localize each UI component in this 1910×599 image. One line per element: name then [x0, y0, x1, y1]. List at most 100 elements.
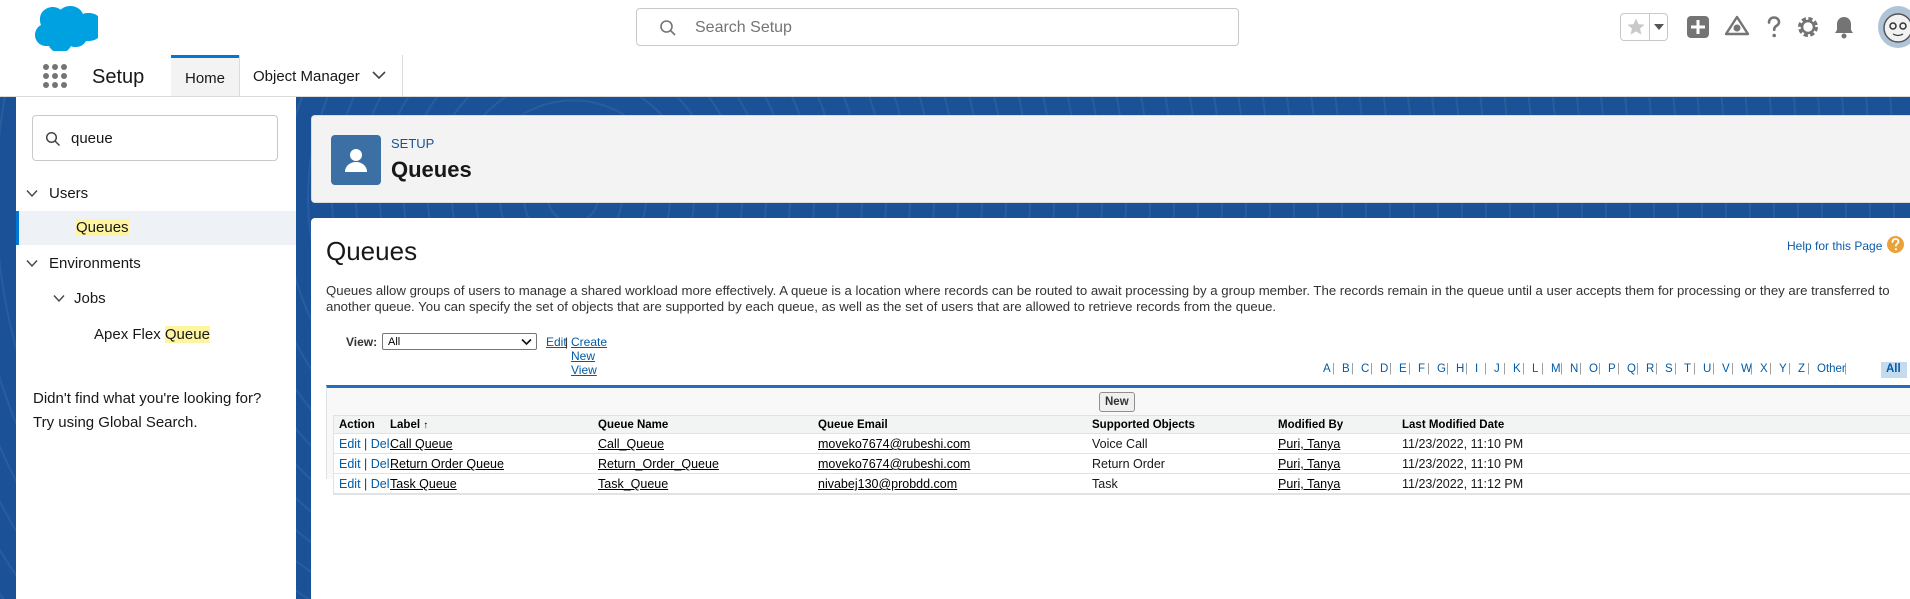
action-separator: | — [364, 477, 368, 491]
queue-name-link[interactable]: Task_Queue — [598, 477, 668, 491]
tree-item-jobs[interactable]: Jobs — [16, 282, 296, 316]
alphabet-filter-p[interactable]: P — [1608, 363, 1616, 375]
queue-label-link[interactable]: Return Order Queue — [390, 457, 504, 471]
notifications-bell-icon[interactable] — [1830, 13, 1858, 41]
alphabet-filter-l[interactable]: L — [1532, 363, 1538, 375]
queue-table: Action Label ↑ Queue Name Queue Email Su… — [333, 415, 1910, 495]
user-avatar[interactable] — [1878, 6, 1910, 48]
alphabet-filter-k[interactable]: K — [1513, 363, 1521, 375]
search-highlight: Queues — [76, 219, 129, 236]
alphabet-filter-c[interactable]: C — [1361, 363, 1369, 375]
alphabet-filter-b[interactable]: B — [1342, 363, 1350, 375]
queue-label-link[interactable]: Call Queue — [390, 437, 453, 451]
modified-by-link[interactable]: Puri, Tanya — [1278, 437, 1340, 451]
table-row: Edit | Del Call Queue Call_Queue moveko7… — [334, 434, 1910, 454]
column-header-last-modified-date[interactable]: Last Modified Date — [1402, 419, 1504, 431]
alphabet-separator: | — [1503, 363, 1506, 375]
alphabet-filter-v[interactable]: V — [1722, 363, 1730, 375]
tree-item-apex-flex-queue[interactable]: Apex Flex Queue — [16, 318, 296, 352]
chevron-down-icon — [1654, 24, 1664, 30]
help-icon[interactable] — [1760, 13, 1788, 41]
favorites-star-icon[interactable] — [1626, 17, 1646, 37]
alphabet-filter-t[interactable]: T — [1684, 363, 1691, 375]
new-queue-button[interactable]: New — [1099, 392, 1135, 412]
tab-object-manager[interactable]: Object Manager — [240, 55, 402, 96]
alphabet-filter-y[interactable]: Y — [1779, 363, 1787, 375]
alphabet-filter-f[interactable]: F — [1418, 363, 1425, 375]
salesforce-logo[interactable] — [32, 5, 98, 51]
delete-link[interactable]: Del — [371, 477, 390, 491]
table-header-row: Action Label ↑ Queue Name Queue Email Su… — [334, 416, 1910, 434]
alphabet-filter-i[interactable]: I — [1475, 363, 1478, 375]
alphabet-filter-g[interactable]: G — [1437, 363, 1446, 375]
alphabet-separator: | — [1484, 363, 1487, 375]
view-label: View: — [346, 335, 378, 349]
quick-find-input[interactable]: queue — [32, 115, 278, 161]
delete-link[interactable]: Del — [371, 457, 390, 471]
alphabet-filter-o[interactable]: O — [1589, 363, 1598, 375]
modified-by-link[interactable]: Puri, Tanya — [1278, 457, 1340, 471]
alphabet-filter-s[interactable]: S — [1665, 363, 1673, 375]
alphabet-separator: | — [1408, 363, 1411, 375]
page-title: Queues — [326, 236, 418, 266]
column-header-queue-name[interactable]: Queue Name — [598, 419, 668, 431]
column-header-label-text: Label — [390, 419, 421, 431]
trailhead-icon[interactable] — [1723, 13, 1751, 41]
tree-item-environments[interactable]: Environments — [16, 247, 296, 281]
setup-gear-icon[interactable] — [1794, 13, 1822, 41]
queue-name-link[interactable]: Call_Queue — [598, 437, 664, 451]
modified-by-link[interactable]: Puri, Tanya — [1278, 477, 1340, 491]
alphabet-filter-e[interactable]: E — [1399, 363, 1407, 375]
tab-home[interactable]: Home — [171, 55, 239, 96]
alphabet-filter-d[interactable]: D — [1380, 363, 1388, 375]
column-header-queue-email[interactable]: Queue Email — [818, 419, 888, 431]
alphabet-filter-n[interactable]: N — [1570, 363, 1578, 375]
app-launcher-icon[interactable] — [42, 63, 68, 89]
search-highlight: Queue — [164, 326, 210, 343]
context-bar: Setup Home Object Manager — [0, 55, 1910, 97]
queue-label-link[interactable]: Task Queue — [390, 477, 457, 491]
tree-item-queues[interactable]: Queues — [16, 211, 296, 245]
alphabet-filter-all[interactable]: All — [1886, 363, 1901, 375]
alphabet-separator: | — [1446, 363, 1449, 375]
tree-item-users[interactable]: Users — [16, 177, 296, 211]
alphabet-separator: | — [1370, 363, 1373, 375]
chevron-down-icon[interactable] — [53, 294, 65, 303]
alphabet-filter-r[interactable]: R — [1646, 363, 1654, 375]
edit-view-link[interactable]: Edit — [546, 335, 567, 349]
column-header-modified-by[interactable]: Modified By — [1278, 419, 1343, 431]
column-header-label[interactable]: Label ↑ — [390, 419, 428, 431]
global-search-input[interactable]: Search Setup — [636, 8, 1239, 46]
help-page-icon[interactable] — [1887, 236, 1904, 253]
chevron-down-icon — [521, 338, 532, 346]
alphabet-filter-q[interactable]: Q — [1627, 363, 1636, 375]
alphabet-filter-u[interactable]: U — [1703, 363, 1711, 375]
supported-objects: Return Order — [1092, 457, 1165, 471]
edit-link[interactable]: Edit — [339, 457, 361, 471]
chevron-down-icon[interactable] — [26, 189, 38, 198]
queues-icon — [331, 135, 381, 185]
favorites-menu-button[interactable] — [1649, 14, 1667, 40]
view-select[interactable]: All — [382, 333, 537, 350]
delete-link[interactable]: Del — [371, 437, 390, 451]
alphabet-filter-a[interactable]: A — [1323, 363, 1331, 375]
help-for-this-page-link[interactable]: Help for this Page — [1787, 239, 1882, 253]
queue-name-link[interactable]: Return_Order_Queue — [598, 457, 719, 471]
queue-email-link[interactable]: moveko7674@rubeshi.com — [818, 437, 970, 451]
queue-email-link[interactable]: nivabej130@probdd.com — [818, 477, 957, 491]
alphabet-filter-z[interactable]: Z — [1798, 363, 1805, 375]
alphabet-filter-h[interactable]: H — [1456, 363, 1464, 375]
chevron-down-icon[interactable] — [26, 259, 38, 268]
chevron-down-icon[interactable] — [372, 70, 386, 80]
alphabet-filter-j[interactable]: J — [1494, 363, 1500, 375]
column-header-supported-objects[interactable]: Supported Objects — [1092, 419, 1195, 431]
edit-link[interactable]: Edit — [339, 477, 361, 491]
new-button-label: New — [1105, 396, 1129, 408]
alphabet-filter-x[interactable]: X — [1760, 363, 1768, 375]
sidebar-help-text: Didn't find what you're looking for? Try… — [33, 387, 261, 435]
edit-link[interactable]: Edit — [339, 437, 361, 451]
queue-email-link[interactable]: moveko7674@rubeshi.com — [818, 457, 970, 471]
global-add-icon[interactable] — [1684, 13, 1712, 41]
alphabet-filter-other[interactable]: Other — [1817, 363, 1846, 375]
alphabet-filter: A | B | C | D | E | F | G | H | I | J | K | L | M | N | O | P | Q | R | S | T |… — [311, 362, 1910, 378]
